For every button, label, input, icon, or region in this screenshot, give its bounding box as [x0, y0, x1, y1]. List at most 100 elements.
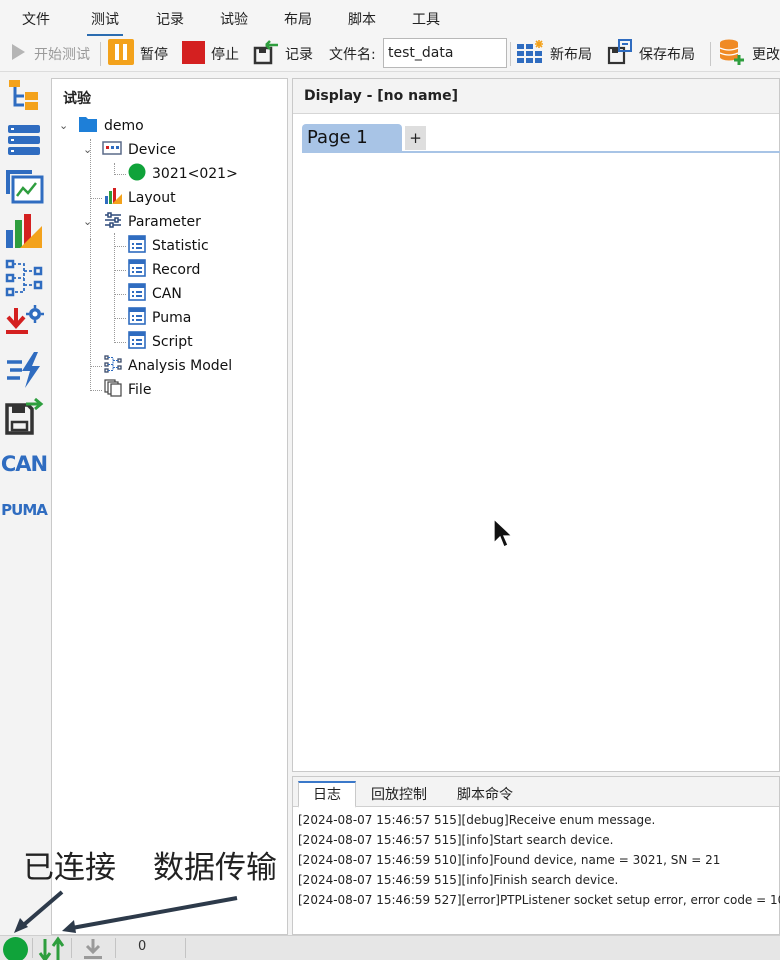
- tree-node-label: Statistic: [152, 238, 209, 254]
- toolbar-separator: [100, 42, 101, 66]
- chevron-down-icon[interactable]: ⌄: [83, 215, 92, 228]
- tree-structure-icon: [6, 77, 42, 117]
- tree-node-device[interactable]: Device: [102, 139, 176, 161]
- rail-tree-button[interactable]: [3, 76, 45, 118]
- tree-node-layout[interactable]: Layout: [104, 187, 176, 209]
- chart-window-icon: [4, 166, 44, 210]
- rail-transfer-button[interactable]: [3, 351, 45, 393]
- tab-script-commands[interactable]: 脚本命令: [443, 783, 527, 807]
- display-canvas[interactable]: [293, 153, 779, 771]
- filename-input[interactable]: [383, 38, 507, 68]
- record-icon: [253, 39, 279, 69]
- form-icon: [128, 283, 146, 305]
- status-separator: [71, 938, 72, 958]
- application-window: 文件 测试 记录 试验 布局 脚本 工具 开始测试 暂停 停止 记录 文件名: …: [0, 0, 780, 960]
- download-settings-icon: [4, 304, 44, 348]
- save-export-icon: [4, 396, 44, 440]
- tree-line: [90, 366, 102, 367]
- tree-node-statistic[interactable]: Statistic: [128, 235, 209, 257]
- tree-node-device-3021[interactable]: 3021<021>: [128, 163, 238, 185]
- tree-node-label: CAN: [152, 286, 182, 302]
- pause-button[interactable]: 暂停: [108, 36, 168, 72]
- record-button[interactable]: 记录: [253, 36, 313, 72]
- files-icon: [104, 379, 122, 401]
- start-test-button[interactable]: 开始测试: [8, 36, 90, 72]
- pause-icon: [108, 39, 134, 69]
- menu-script[interactable]: 脚本: [348, 9, 376, 29]
- tree-line: [114, 342, 126, 343]
- toolbar-separator: [710, 42, 711, 66]
- tree-line: [90, 198, 102, 199]
- tree-node-label: Script: [152, 334, 193, 350]
- change-database-button[interactable]: 更改: [718, 36, 780, 72]
- rail-download-button[interactable]: [3, 305, 45, 347]
- toolbar: 开始测试 暂停 停止 记录 文件名: 新布局: [0, 36, 780, 72]
- rail-puma-button[interactable]: PUMA: [1, 489, 48, 531]
- rail-model-button[interactable]: [3, 259, 45, 301]
- rail-list-button[interactable]: [3, 121, 45, 163]
- annotation-connected: 已连接: [23, 850, 116, 886]
- tree-node-demo[interactable]: demo: [78, 115, 144, 137]
- model-flow-icon: [104, 355, 122, 377]
- mouse-cursor-icon: [493, 517, 514, 554]
- database-icon: [718, 38, 746, 70]
- sliders-icon: [104, 211, 122, 233]
- play-icon: [8, 42, 28, 66]
- new-layout-button[interactable]: 新布局: [516, 36, 592, 72]
- tree-node-file[interactable]: File: [104, 379, 151, 401]
- new-layout-icon: [516, 39, 544, 69]
- tree-node-record[interactable]: Record: [128, 259, 200, 281]
- save-layout-button[interactable]: 保存布局: [607, 36, 695, 72]
- menu-test[interactable]: 测试: [87, 9, 123, 36]
- toolbar-separator: [510, 42, 511, 66]
- status-separator: [32, 938, 33, 958]
- device-icon: [102, 141, 122, 159]
- puma-icon: PUMA: [1, 501, 48, 519]
- tree-node-script[interactable]: Script: [128, 331, 193, 353]
- left-icon-rail: CAN PUMA: [0, 73, 50, 935]
- record-label: 记录: [285, 47, 313, 63]
- save-layout-icon: [607, 39, 633, 69]
- rail-can-button[interactable]: CAN: [1, 443, 48, 485]
- status-separator: [115, 938, 116, 958]
- tree-line: [114, 270, 126, 271]
- status-connected-icon: [128, 163, 146, 185]
- tree-node-label: Record: [152, 262, 201, 278]
- log-line: [2024-08-07 15:46:59 510][info]Found dev…: [298, 853, 721, 867]
- tree-node-analysis-model[interactable]: Analysis Model: [104, 355, 232, 377]
- tab-playback-control[interactable]: 回放控制: [357, 783, 441, 807]
- panel-title: 试验: [63, 91, 91, 107]
- log-panel: 日志 回放控制 脚本命令 [2024-08-07 15:46:57 515][d…: [292, 776, 780, 935]
- tree-node-parameter[interactable]: Parameter: [104, 211, 201, 233]
- download-icon: [82, 937, 104, 960]
- fast-transfer-icon: [4, 350, 44, 394]
- add-page-button[interactable]: +: [405, 126, 426, 150]
- tab-log[interactable]: 日志: [298, 781, 356, 808]
- tree-node-puma[interactable]: Puma: [128, 307, 191, 329]
- folder-icon: [78, 115, 98, 137]
- stop-button[interactable]: 停止: [182, 36, 239, 72]
- rail-analysis-button[interactable]: [3, 213, 45, 255]
- rail-save-export-button[interactable]: [3, 397, 45, 439]
- menu-layout[interactable]: 布局: [284, 9, 312, 29]
- tree-node-can[interactable]: CAN: [128, 283, 182, 305]
- rail-display-button[interactable]: [3, 167, 45, 209]
- chevron-down-icon[interactable]: ⌄: [83, 143, 92, 156]
- status-separator: [185, 938, 186, 958]
- annotation-data-transfer: 数据传输: [153, 850, 277, 886]
- tree-node-label: Analysis Model: [128, 358, 233, 374]
- list-icon: [6, 122, 42, 162]
- log-line: [2024-08-07 15:46:59 527][error]PTPListe…: [298, 893, 780, 907]
- tree-node-label: demo: [104, 118, 144, 134]
- chevron-down-icon[interactable]: ⌄: [59, 119, 68, 132]
- form-icon: [128, 259, 146, 281]
- tab-page-1[interactable]: Page 1: [302, 124, 402, 151]
- display-title: Display - [no name]: [304, 88, 459, 104]
- pause-label: 暂停: [140, 47, 168, 63]
- stop-icon: [182, 40, 205, 68]
- menu-tools[interactable]: 工具: [412, 9, 440, 29]
- menu-record[interactable]: 记录: [156, 9, 184, 29]
- menu-experiment[interactable]: 试验: [220, 9, 248, 29]
- menu-file[interactable]: 文件: [22, 9, 50, 29]
- new-layout-label: 新布局: [550, 47, 592, 63]
